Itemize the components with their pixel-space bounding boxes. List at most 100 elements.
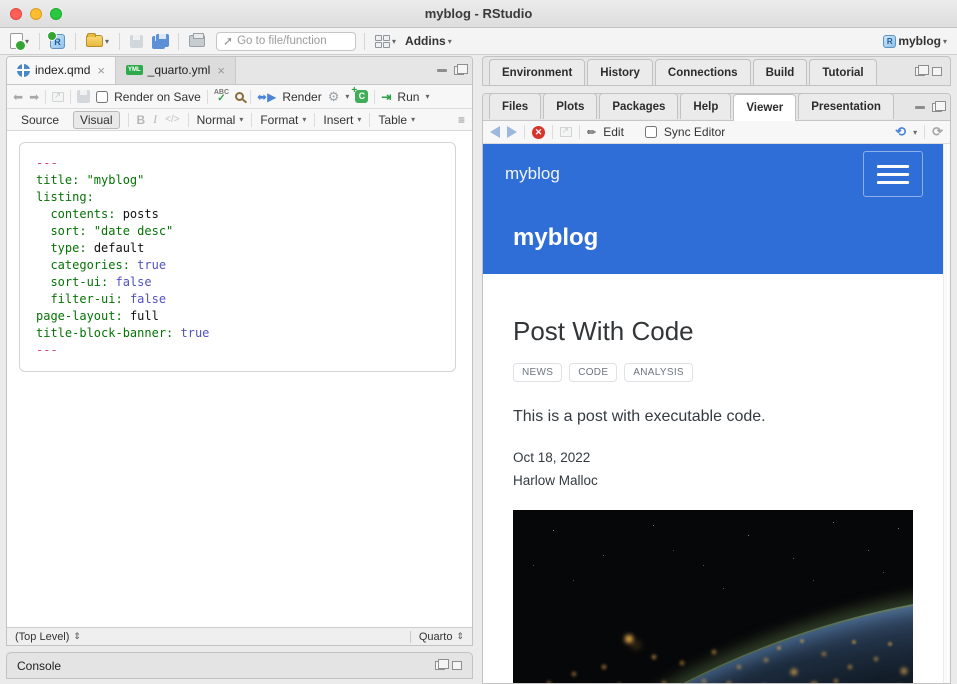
open-file-button[interactable]: ▾ (84, 34, 111, 48)
table-menu[interactable]: Table▾ (378, 113, 415, 127)
goto-file-box[interactable]: ➚ (216, 32, 356, 51)
render-button-label[interactable]: Render (282, 90, 321, 104)
sync-editor-checkbox[interactable] (645, 126, 657, 138)
render-on-save-checkbox[interactable] (96, 91, 108, 103)
tab-plots[interactable]: Plots (543, 93, 597, 119)
save-all-button[interactable] (150, 33, 170, 49)
format-menu[interactable]: Format▾ (260, 113, 306, 127)
tag-news[interactable]: NEWS (513, 363, 562, 382)
print-button[interactable] (187, 34, 207, 48)
goto-file-input[interactable] (237, 35, 347, 47)
render-icon[interactable]: ⬌▶ (257, 90, 276, 104)
outline-scope-selector[interactable]: (Top Level)⇕ (7, 631, 410, 643)
post-author: Harlow Malloc (513, 473, 913, 488)
save-icon[interactable] (77, 90, 90, 103)
minimize-pane-icon[interactable] (437, 69, 447, 72)
code-line: filter-ui: false (36, 291, 439, 308)
tag-analysis[interactable]: ANALYSIS (624, 363, 693, 382)
maximize-pane-icon[interactable] (452, 661, 462, 670)
bold-button[interactable]: B (137, 113, 146, 127)
yml-file-icon: YML (126, 65, 143, 75)
editor-tab-_quarto.yml[interactable]: YML_quarto.yml× (116, 56, 236, 84)
tab-viewer[interactable]: Viewer (733, 94, 796, 121)
new-file-button[interactable]: ▾ (8, 32, 31, 50)
run-icon[interactable]: ⇥ (381, 90, 391, 104)
save-all-icon (152, 34, 168, 48)
editor-body[interactable]: ---title: "myblog"listing: contents: pos… (7, 131, 472, 627)
viewer-back-icon[interactable] (490, 126, 500, 138)
sync-icon[interactable]: ⟲ (895, 124, 906, 140)
new-project-icon: R (50, 34, 65, 49)
maximize-pane-icon[interactable] (932, 103, 942, 112)
toolbar-separator (75, 33, 76, 50)
code-button[interactable]: </> (165, 114, 179, 125)
editor-tab-index.qmd[interactable]: index.qmd× (7, 56, 116, 84)
refresh-icon[interactable]: ⟳ (932, 124, 943, 140)
chevron-down-icon: ▾ (392, 37, 396, 46)
blog-preview: myblog myblog Post With Code NEWSCODEANA… (483, 144, 943, 683)
site-navbar-title[interactable]: myblog (505, 164, 560, 184)
code-line: title: "myblog" (36, 172, 439, 189)
file-type-selector[interactable]: Quarto⇕ (410, 631, 472, 643)
code-line: listing: (36, 189, 439, 206)
source-mode-button[interactable]: Source (15, 112, 65, 128)
main-toolbar: ▾ R ▾ ➚ ▾ Addins▾ R myblog ▾ (0, 28, 957, 55)
chevron-down-icon: ▾ (943, 37, 947, 46)
edit-button[interactable]: Edit (603, 125, 624, 139)
gear-icon[interactable]: ⚙ (328, 89, 340, 105)
insert-menu[interactable]: Insert▾ (323, 113, 361, 127)
tab-packages[interactable]: Packages (599, 93, 678, 119)
close-icon[interactable]: × (97, 63, 105, 78)
tab-history[interactable]: History (587, 59, 653, 85)
tab-tutorial[interactable]: Tutorial (809, 59, 876, 85)
new-chunk-icon[interactable]: C (355, 90, 368, 103)
restore-pane-icon[interactable] (915, 67, 925, 76)
tab-connections[interactable]: Connections (655, 59, 751, 85)
code-line: --- (36, 155, 439, 172)
open-in-window-icon[interactable] (560, 127, 572, 137)
project-name: myblog (898, 34, 941, 48)
back-icon[interactable]: ⬅ (13, 91, 23, 103)
maximize-pane-icon[interactable] (932, 67, 942, 76)
italic-button[interactable]: I (153, 112, 157, 127)
project-menu-button[interactable]: R myblog ▾ (881, 33, 949, 49)
restore-pane-icon[interactable] (435, 661, 445, 670)
console-pane-header[interactable]: Console (6, 652, 473, 679)
save-button[interactable] (128, 34, 145, 49)
new-project-button[interactable]: R (48, 33, 67, 50)
addins-button[interactable]: Addins▾ (403, 33, 454, 49)
search-icon[interactable] (235, 92, 244, 101)
stop-icon[interactable]: ✕ (532, 126, 545, 139)
maximize-pane-icon[interactable] (454, 66, 464, 75)
code-line: page-layout: full (36, 308, 439, 325)
close-icon[interactable]: × (217, 63, 225, 78)
spellcheck-icon[interactable]: ABC✓ (214, 90, 229, 104)
hamburger-menu-icon[interactable] (863, 151, 923, 197)
tab-environment[interactable]: Environment (489, 59, 585, 85)
chevron-down-icon: ▾ (913, 128, 917, 137)
paragraph-style-dropdown[interactable]: Normal▾ (197, 113, 244, 127)
viewer-scrollbar[interactable] (943, 144, 950, 683)
editor-toolbar: ⬅ ➡ Render on Save ABC✓ ⬌▶ Render ⚙ ▾ (7, 85, 472, 109)
run-button-label[interactable]: Run (397, 90, 419, 104)
source-editor-pane: index.qmd×YML_quarto.yml× ⬅ ➡ Render on … (6, 56, 473, 646)
chevron-down-icon: ▾ (425, 92, 429, 101)
tab-files[interactable]: Files (489, 93, 541, 119)
toolbar-separator (119, 33, 120, 50)
viewer-forward-icon[interactable] (507, 126, 517, 138)
forward-icon[interactable]: ➡ (29, 91, 39, 103)
minimize-pane-icon[interactable] (915, 106, 925, 109)
code-line: title-block-banner: true (36, 325, 439, 342)
tag-code[interactable]: CODE (569, 363, 617, 382)
tab-help[interactable]: Help (680, 93, 731, 119)
updown-icon: ⇕ (456, 631, 464, 642)
files-viewer-pane: FilesPlotsPackagesHelpViewerPresentation… (482, 93, 951, 684)
tab-build[interactable]: Build (753, 59, 808, 85)
post-title[interactable]: Post With Code (513, 316, 913, 347)
open-in-window-icon[interactable] (52, 92, 64, 102)
yaml-block[interactable]: ---title: "myblog"listing: contents: pos… (19, 142, 456, 372)
outline-icon[interactable]: ≡ (458, 113, 464, 127)
workspace-panes-button[interactable]: ▾ (373, 34, 398, 49)
visual-mode-button[interactable]: Visual (73, 111, 119, 129)
tab-presentation[interactable]: Presentation (798, 93, 894, 119)
